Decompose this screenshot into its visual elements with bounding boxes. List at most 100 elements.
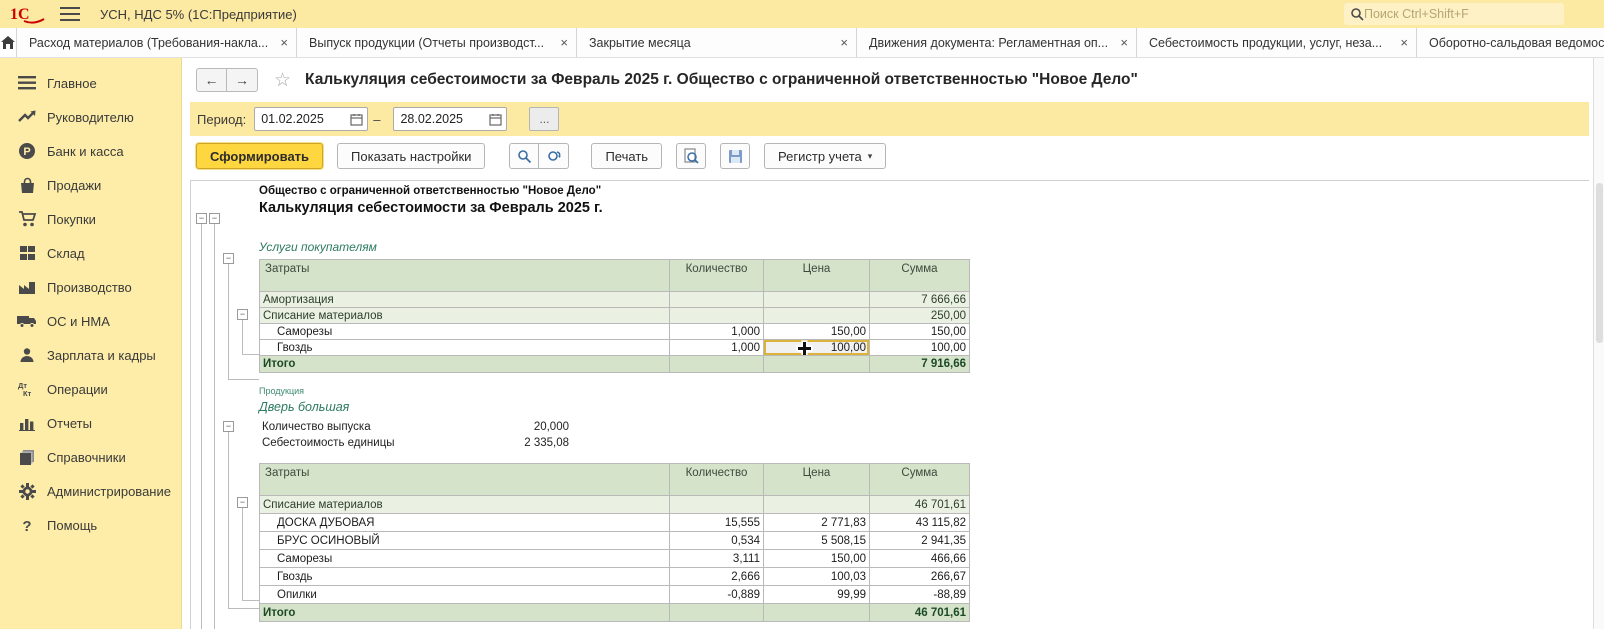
table-row[interactable]: ДОСКА ДУБОВАЯ15,5552 771,8343 115,82 [260,514,970,532]
close-icon[interactable]: × [1120,35,1128,50]
column-header[interactable]: Цена [764,464,870,496]
period-from-field[interactable]: 01.02.2025 [254,107,368,131]
value-cell[interactable]: 150,00 [764,550,870,568]
table-row[interactable]: Списание материалов 46 701,61 [260,496,970,514]
find-button[interactable] [509,143,539,169]
sidebar-item-склад[interactable]: Склад [0,236,181,270]
row-label-cell[interactable]: Опилки [260,586,670,604]
generate-button[interactable]: Сформировать [196,143,323,169]
sidebar-item-банк-и-касса[interactable]: Р Банк и касса [0,134,181,168]
value-cell[interactable]: 2,666 [670,568,764,586]
sidebar-item-справочники[interactable]: Справочники [0,440,181,474]
close-icon[interactable]: × [280,35,288,50]
collapse-group-button[interactable]: − [223,421,234,432]
value-cell[interactable]: 3,111 [670,550,764,568]
document-tab[interactable]: Расход материалов (Требования-накла... × [17,28,297,57]
value-cell[interactable]: 1,000 [670,340,764,356]
value-cell[interactable]: 5 508,15 [764,532,870,550]
period-to-field[interactable]: 28.02.2025 [393,107,507,131]
home-tab[interactable] [0,28,17,57]
value-cell[interactable]: 2 941,35 [870,532,970,550]
row-label-cell[interactable]: Саморезы [260,550,670,568]
value-cell[interactable]: 43 115,82 [870,514,970,532]
value-cell[interactable]: 100,00 [870,340,970,356]
total-row[interactable]: Итого 7 916,66 [260,356,970,373]
value-cell[interactable] [670,496,764,514]
sidebar-item-операции[interactable]: ДтКт Операции [0,372,181,406]
row-label-cell[interactable]: Списание материалов [260,308,670,324]
period-more-button[interactable]: ... [529,107,559,131]
document-tab[interactable]: Закрытие месяца × [577,28,857,57]
vertical-scrollbar[interactable] [1593,58,1604,629]
row-label-cell[interactable]: Саморезы [260,324,670,340]
sidebar-item-руководителю[interactable]: Руководителю [0,100,181,134]
sidebar-item-покупки[interactable]: Покупки [0,202,181,236]
row-label-cell[interactable]: Амортизация [260,292,670,308]
sidebar-item-производство[interactable]: Производство [0,270,181,304]
value-cell[interactable]: 2 771,83 [764,514,870,532]
sidebar-item-главное[interactable]: Главное [0,66,181,100]
sidebar-item-администрирование[interactable]: Администрирование [0,474,181,508]
back-button[interactable]: ← [196,68,227,92]
value-cell[interactable] [670,292,764,308]
favorite-star-icon[interactable]: ☆ [274,69,291,92]
value-cell[interactable] [764,308,870,324]
table-row[interactable]: БРУС ОСИНОВЫЙ0,5345 508,152 941,35 [260,532,970,550]
value-cell[interactable]: 99,99 [764,586,870,604]
value-cell[interactable]: 150,00 [870,324,970,340]
collapse-group-button[interactable]: − [237,497,248,508]
column-header[interactable]: Затраты [260,464,670,496]
collapse-group-button[interactable]: − [196,213,207,224]
table-row[interactable]: Саморезы3,111150,00466,66 [260,550,970,568]
collapse-group-button[interactable]: − [237,309,248,320]
calendar-icon[interactable] [489,113,502,126]
value-cell[interactable]: 15,555 [670,514,764,532]
register-dropdown-button[interactable]: Регистр учета ▾ [764,143,886,169]
sidebar-item-продажи[interactable]: Продажи [0,168,181,202]
document-tab[interactable]: Выпуск продукции (Отчеты производст... × [297,28,577,57]
table-row[interactable]: Амортизация 7 666,66 [260,292,970,308]
document-tab[interactable]: Оборотно-сальдовая ведомость по сче... × [1417,28,1604,57]
save-button[interactable] [720,143,750,169]
value-cell[interactable] [764,496,870,514]
value-cell[interactable]: 250,00 [870,308,970,324]
close-icon[interactable]: × [840,35,848,50]
value-cell[interactable]: 266,67 [870,568,970,586]
value-cell[interactable]: 1,000 [670,324,764,340]
close-icon[interactable]: × [560,35,568,50]
sidebar-item-ос-и-нма[interactable]: ОС и НМА [0,304,181,338]
value-cell[interactable]: 100,00 [764,340,870,356]
table-row[interactable]: Гвоздь2,666100,03266,67 [260,568,970,586]
total-row[interactable]: Итого 46 701,61 [260,604,970,622]
period-from-value[interactable]: 01.02.2025 [261,112,324,126]
value-cell[interactable]: 46 701,61 [870,496,970,514]
period-to-value[interactable]: 28.02.2025 [400,112,463,126]
value-cell[interactable]: -0,889 [670,586,764,604]
row-label-cell[interactable]: Списание материалов [260,496,670,514]
value-cell[interactable]: 7 666,66 [870,292,970,308]
row-label-cell[interactable]: ДОСКА ДУБОВАЯ [260,514,670,532]
value-cell[interactable]: 150,00 [764,324,870,340]
sidebar-item-зарплата-и-кадры[interactable]: Зарплата и кадры [0,338,181,372]
column-header[interactable]: Сумма [870,260,970,292]
column-header[interactable]: Сумма [870,464,970,496]
value-cell[interactable]: -88,89 [870,586,970,604]
value-cell[interactable] [764,292,870,308]
document-tab[interactable]: Движения документа: Регламентная оп... × [857,28,1137,57]
show-settings-button[interactable]: Показать настройки [337,143,485,169]
document-tab[interactable]: Себестоимость продукции, услуг, неза... … [1137,28,1417,57]
table-row[interactable]: Саморезы1,000150,00150,00 [260,324,970,340]
collapse-group-button[interactable]: − [209,213,220,224]
sidebar-item-отчеты[interactable]: Отчеты [0,406,181,440]
calendar-icon[interactable] [350,113,363,126]
cost-table-services[interactable]: ЗатратыКоличествоЦенаСуммаАмортизация7 6… [259,259,970,373]
close-icon[interactable]: × [1400,35,1408,50]
column-header[interactable]: Затраты [260,260,670,292]
value-cell[interactable]: 0,534 [670,532,764,550]
cost-table-products[interactable]: ЗатратыКоличествоЦенаСуммаСписание матер… [259,463,970,622]
column-header[interactable]: Количество [670,464,764,496]
main-menu-icon[interactable] [60,7,80,21]
table-row[interactable]: Списание материалов 250,00 [260,308,970,324]
column-header[interactable]: Цена [764,260,870,292]
sidebar-item-помощь[interactable]: ? Помощь [0,508,181,542]
